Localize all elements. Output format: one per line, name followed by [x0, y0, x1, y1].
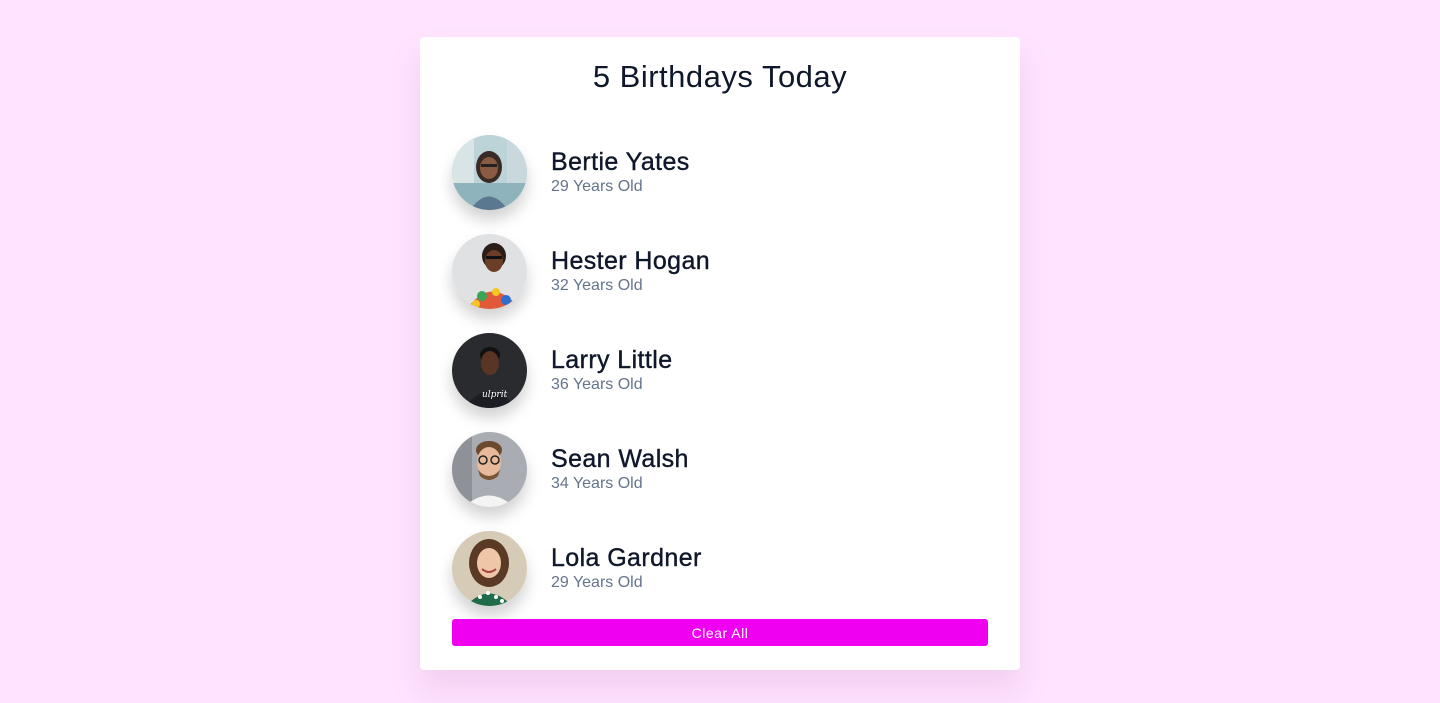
- list-item: ulprit Larry Little 36 Years Old: [452, 322, 988, 421]
- person-name: Bertie Yates: [551, 148, 690, 176]
- woman-curly-hair-photo-icon: [452, 531, 527, 606]
- person-name: Hester Hogan: [551, 247, 711, 275]
- birthday-card: 5 Birthdays Today Bertie Yates 29 Years …: [420, 37, 1020, 670]
- woman-city-photo-icon: [452, 135, 527, 210]
- clear-all-button[interactable]: Clear All: [452, 619, 988, 646]
- person-name: Larry Little: [551, 346, 673, 374]
- woman-colorful-shirt-photo-icon: [452, 234, 527, 309]
- svg-text:ulprit: ulprit: [482, 390, 508, 400]
- man-dark-shirt-photo-icon: ulprit: [452, 333, 527, 408]
- person-age: 36 Years Old: [551, 376, 643, 393]
- person-name: Lola Gardner: [551, 544, 702, 572]
- list-item: Sean Walsh 34 Years Old: [452, 421, 988, 520]
- person-age: 29 Years Old: [551, 574, 643, 591]
- list-item: Hester Hogan 32 Years Old: [452, 223, 988, 322]
- man-glasses-photo-icon: [452, 432, 527, 507]
- person-age: 32 Years Old: [551, 277, 643, 294]
- people-list: Bertie Yates 29 Years Old Hester Hogan 3…: [452, 124, 988, 619]
- list-item: Bertie Yates 29 Years Old: [452, 124, 988, 223]
- person-age: 29 Years Old: [551, 178, 643, 195]
- person-age: 34 Years Old: [551, 475, 643, 492]
- list-item: Lola Gardner 29 Years Old: [452, 520, 988, 619]
- person-name: Sean Walsh: [551, 445, 689, 473]
- page-title: 5 Birthdays Today: [592, 59, 848, 94]
